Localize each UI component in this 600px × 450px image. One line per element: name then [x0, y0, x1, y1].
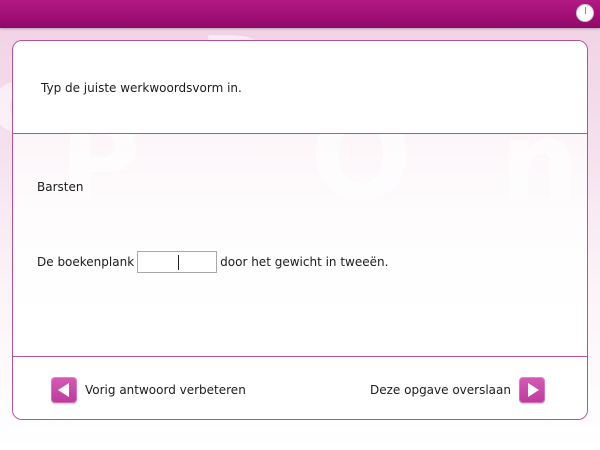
- previous-answer-button[interactable]: Vorig antwoord verbeteren: [51, 377, 246, 403]
- instruction-text: Typ de juiste werkwoordsvorm in.: [41, 81, 242, 95]
- skip-exercise-label[interactable]: Deze opgave overslaan: [370, 383, 511, 397]
- exercise-card: Typ de juiste werkwoordsvorm in. Barsten…: [12, 40, 588, 420]
- skip-exercise-button[interactable]: Deze opgave overslaan: [370, 377, 545, 403]
- sentence-after: door het gewicht in tweeën.: [220, 255, 389, 269]
- answer-input[interactable]: [137, 251, 218, 273]
- question-panel: Barsten De boekenplank door het gewicht …: [13, 134, 587, 357]
- sentence-before: De boekenplank: [37, 255, 135, 269]
- sentence: De boekenplank door het gewicht in tweeë…: [37, 251, 388, 273]
- instruction-panel: Typ de juiste werkwoordsvorm in.: [13, 41, 587, 134]
- arrow-left-icon[interactable]: [51, 377, 77, 403]
- previous-answer-label[interactable]: Vorig antwoord verbeteren: [85, 383, 246, 397]
- clock-icon[interactable]: [576, 4, 594, 22]
- top-bar: [0, 0, 600, 28]
- navigation-panel: Vorig antwoord verbeteren Deze opgave ov…: [13, 357, 587, 419]
- verb-prompt: Barsten: [37, 180, 84, 194]
- arrow-right-icon[interactable]: [519, 377, 545, 403]
- text-caret: [178, 255, 180, 270]
- clock-hand: [585, 7, 586, 14]
